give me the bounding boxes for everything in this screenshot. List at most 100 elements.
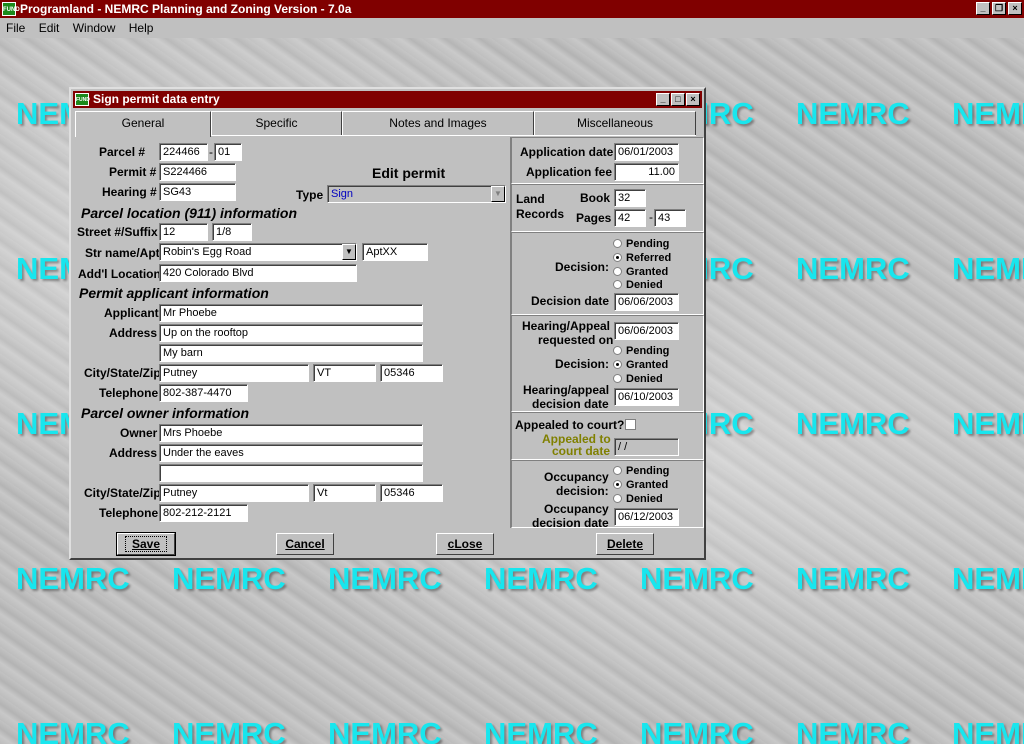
minimize-icon[interactable]: _ bbox=[976, 2, 990, 15]
general-panel: Parcel # 224466 - 01 Permit # S224466 He… bbox=[75, 137, 704, 530]
apt-field[interactable]: AptXX bbox=[362, 243, 428, 261]
occupancy-pending-radio[interactable]: Pending bbox=[613, 465, 669, 477]
dialog-title: Sign permit data entry bbox=[93, 92, 220, 106]
city-field[interactable]: Putney bbox=[159, 364, 309, 382]
dialog-close-icon[interactable]: × bbox=[686, 93, 700, 106]
decision-granted-radio[interactable]: Granted bbox=[613, 266, 668, 278]
type-select[interactable]: Sign bbox=[327, 185, 506, 203]
street-number-field[interactable]: 12 bbox=[159, 223, 208, 241]
appealed-checkbox[interactable] bbox=[625, 419, 636, 430]
addl-location-label: Add'l Location bbox=[78, 267, 161, 281]
owner-city-field[interactable]: Putney bbox=[159, 484, 309, 502]
owner-address-line1-field[interactable]: Under the eaves bbox=[159, 444, 423, 462]
occupancy-label1: Occupancy bbox=[544, 470, 609, 484]
nemrc-watermark: NEMRC bbox=[796, 561, 910, 596]
address-line2-field[interactable]: My barn bbox=[159, 344, 423, 362]
zip-field[interactable]: 05346 bbox=[380, 364, 443, 382]
parcel-suffix-field[interactable]: 01 bbox=[214, 143, 242, 161]
decision-referred-radio[interactable]: Referred bbox=[613, 252, 671, 264]
app-fee-field[interactable]: 11.00 bbox=[614, 163, 679, 181]
land-label: Land bbox=[516, 192, 545, 206]
hearing-pending-radio[interactable]: Pending bbox=[613, 345, 669, 357]
owner-state-field[interactable]: Vt bbox=[313, 484, 376, 502]
page-from-field[interactable]: 42 bbox=[614, 209, 646, 227]
menu-file[interactable]: File bbox=[6, 21, 25, 35]
close-button[interactable]: cLose bbox=[436, 533, 494, 555]
parcel-field[interactable]: 224466 bbox=[159, 143, 208, 161]
dialog-title-bar[interactable]: FUND Sign permit data entry _ □ × bbox=[73, 91, 702, 108]
restore-icon[interactable]: ❐ bbox=[992, 2, 1006, 15]
hearing-field[interactable]: SG43 bbox=[159, 183, 236, 201]
nemrc-watermark: NEMRC bbox=[952, 561, 1024, 596]
owner-address-line2-field[interactable] bbox=[159, 464, 423, 482]
occupancy-granted-radio[interactable]: Granted bbox=[613, 479, 668, 491]
menu-edit[interactable]: Edit bbox=[39, 21, 60, 35]
owner-field[interactable]: Mrs Phoebe bbox=[159, 424, 423, 442]
tab-general[interactable]: General bbox=[75, 111, 211, 137]
type-label: Type bbox=[296, 188, 324, 202]
applicant-section-header: Permit applicant information bbox=[79, 285, 269, 301]
permit-field[interactable]: S224466 bbox=[159, 163, 236, 181]
location-section-header: Parcel location (911) information bbox=[81, 205, 298, 221]
decision-date-label: Decision date bbox=[531, 294, 610, 308]
menu-help[interactable]: Help bbox=[129, 21, 154, 35]
edit-permit-heading: Edit permit bbox=[372, 165, 446, 181]
applicant-field[interactable]: Mr Phoebe bbox=[159, 304, 423, 322]
tab-specific[interactable]: Specific bbox=[211, 111, 342, 135]
occupancy-date-label2: decision date bbox=[532, 516, 609, 530]
cancel-button[interactable]: Cancel bbox=[276, 533, 334, 555]
decision-date-field[interactable]: 06/06/2003 bbox=[614, 293, 679, 311]
app-date-field[interactable]: 06/01/2003 bbox=[614, 143, 679, 161]
street-name-dropdown-icon[interactable]: ▼ bbox=[342, 244, 356, 260]
decision-section: Decision: Pending Referred Granted Denie… bbox=[511, 232, 704, 315]
decision-denied-radio[interactable]: Denied bbox=[613, 279, 663, 291]
occupancy-denied-radio[interactable]: Denied bbox=[613, 493, 663, 505]
appealed-date-label2: court date bbox=[552, 444, 611, 458]
hearing-requested-label2: requested on bbox=[538, 333, 614, 347]
pages-separator: - bbox=[649, 210, 653, 224]
nemrc-watermark: NEMRC bbox=[16, 561, 130, 596]
telephone-field[interactable]: 802-387-4470 bbox=[159, 384, 248, 402]
hearing-date-field[interactable]: 06/10/2003 bbox=[614, 388, 679, 406]
dialog-icon: FUND bbox=[75, 93, 90, 106]
dialog-minimize-icon[interactable]: _ bbox=[656, 93, 670, 106]
app-title: Programland - NEMRC Planning and Zoning … bbox=[20, 2, 352, 16]
owner-zip-field[interactable]: 05346 bbox=[380, 484, 443, 502]
hearing-date-label1: Hearing/appeal bbox=[523, 383, 610, 397]
city-state-zip-label: City/State/Zip bbox=[84, 366, 161, 380]
street-label: Street #/Suffix bbox=[77, 225, 158, 239]
page-to-field[interactable]: 43 bbox=[654, 209, 686, 227]
sign-permit-dialog: FUND Sign permit data entry _ □ × Genera… bbox=[69, 87, 706, 560]
nemrc-watermark: NEMRC bbox=[484, 561, 598, 596]
street-name-combo[interactable]: Robin's Egg Road bbox=[159, 243, 357, 261]
save-button[interactable]: Save bbox=[116, 532, 176, 556]
address-line1-field[interactable]: Up on the rooftop bbox=[159, 324, 423, 342]
tab-notes-images[interactable]: Notes and Images bbox=[342, 111, 534, 135]
occupancy-section: Occupancy decision: Pending Granted Deni… bbox=[511, 460, 704, 530]
owner-section-header: Parcel owner information bbox=[81, 405, 250, 421]
hearing-requested-label1: Hearing/Appeal bbox=[522, 319, 611, 333]
owner-telephone-field[interactable]: 802-212-2121 bbox=[159, 504, 248, 522]
hearing-granted-radio[interactable]: Granted bbox=[613, 359, 668, 371]
nemrc-watermark: NEMRC bbox=[640, 716, 754, 744]
nemrc-watermark: NEMRC bbox=[484, 716, 598, 744]
delete-button[interactable]: Delete bbox=[596, 533, 654, 555]
hearing-denied-radio[interactable]: Denied bbox=[613, 373, 663, 385]
parcel-separator: - bbox=[209, 145, 213, 159]
street-suffix-field[interactable]: 1/8 bbox=[212, 223, 252, 241]
dialog-maximize-icon[interactable]: □ bbox=[671, 93, 685, 106]
occupancy-date-field[interactable]: 06/12/2003 bbox=[614, 508, 679, 526]
decision-pending-radio[interactable]: Pending bbox=[613, 238, 669, 250]
tab-miscellaneous[interactable]: Miscellaneous bbox=[534, 111, 696, 135]
menu-window[interactable]: Window bbox=[73, 21, 116, 35]
nemrc-watermark: NEMRC bbox=[328, 561, 442, 596]
type-dropdown-icon[interactable]: ▼ bbox=[491, 186, 505, 202]
book-field[interactable]: 32 bbox=[614, 189, 646, 207]
nemrc-watermark: NEMRC bbox=[952, 716, 1024, 744]
close-icon[interactable]: × bbox=[1008, 2, 1022, 15]
nemrc-watermark: NEMRC bbox=[796, 251, 910, 286]
state-field[interactable]: VT bbox=[313, 364, 376, 382]
nemrc-watermark: NEMRC bbox=[172, 561, 286, 596]
hearing-requested-field[interactable]: 06/06/2003 bbox=[614, 322, 679, 340]
addl-location-field[interactable]: 420 Colorado Blvd bbox=[159, 264, 357, 282]
